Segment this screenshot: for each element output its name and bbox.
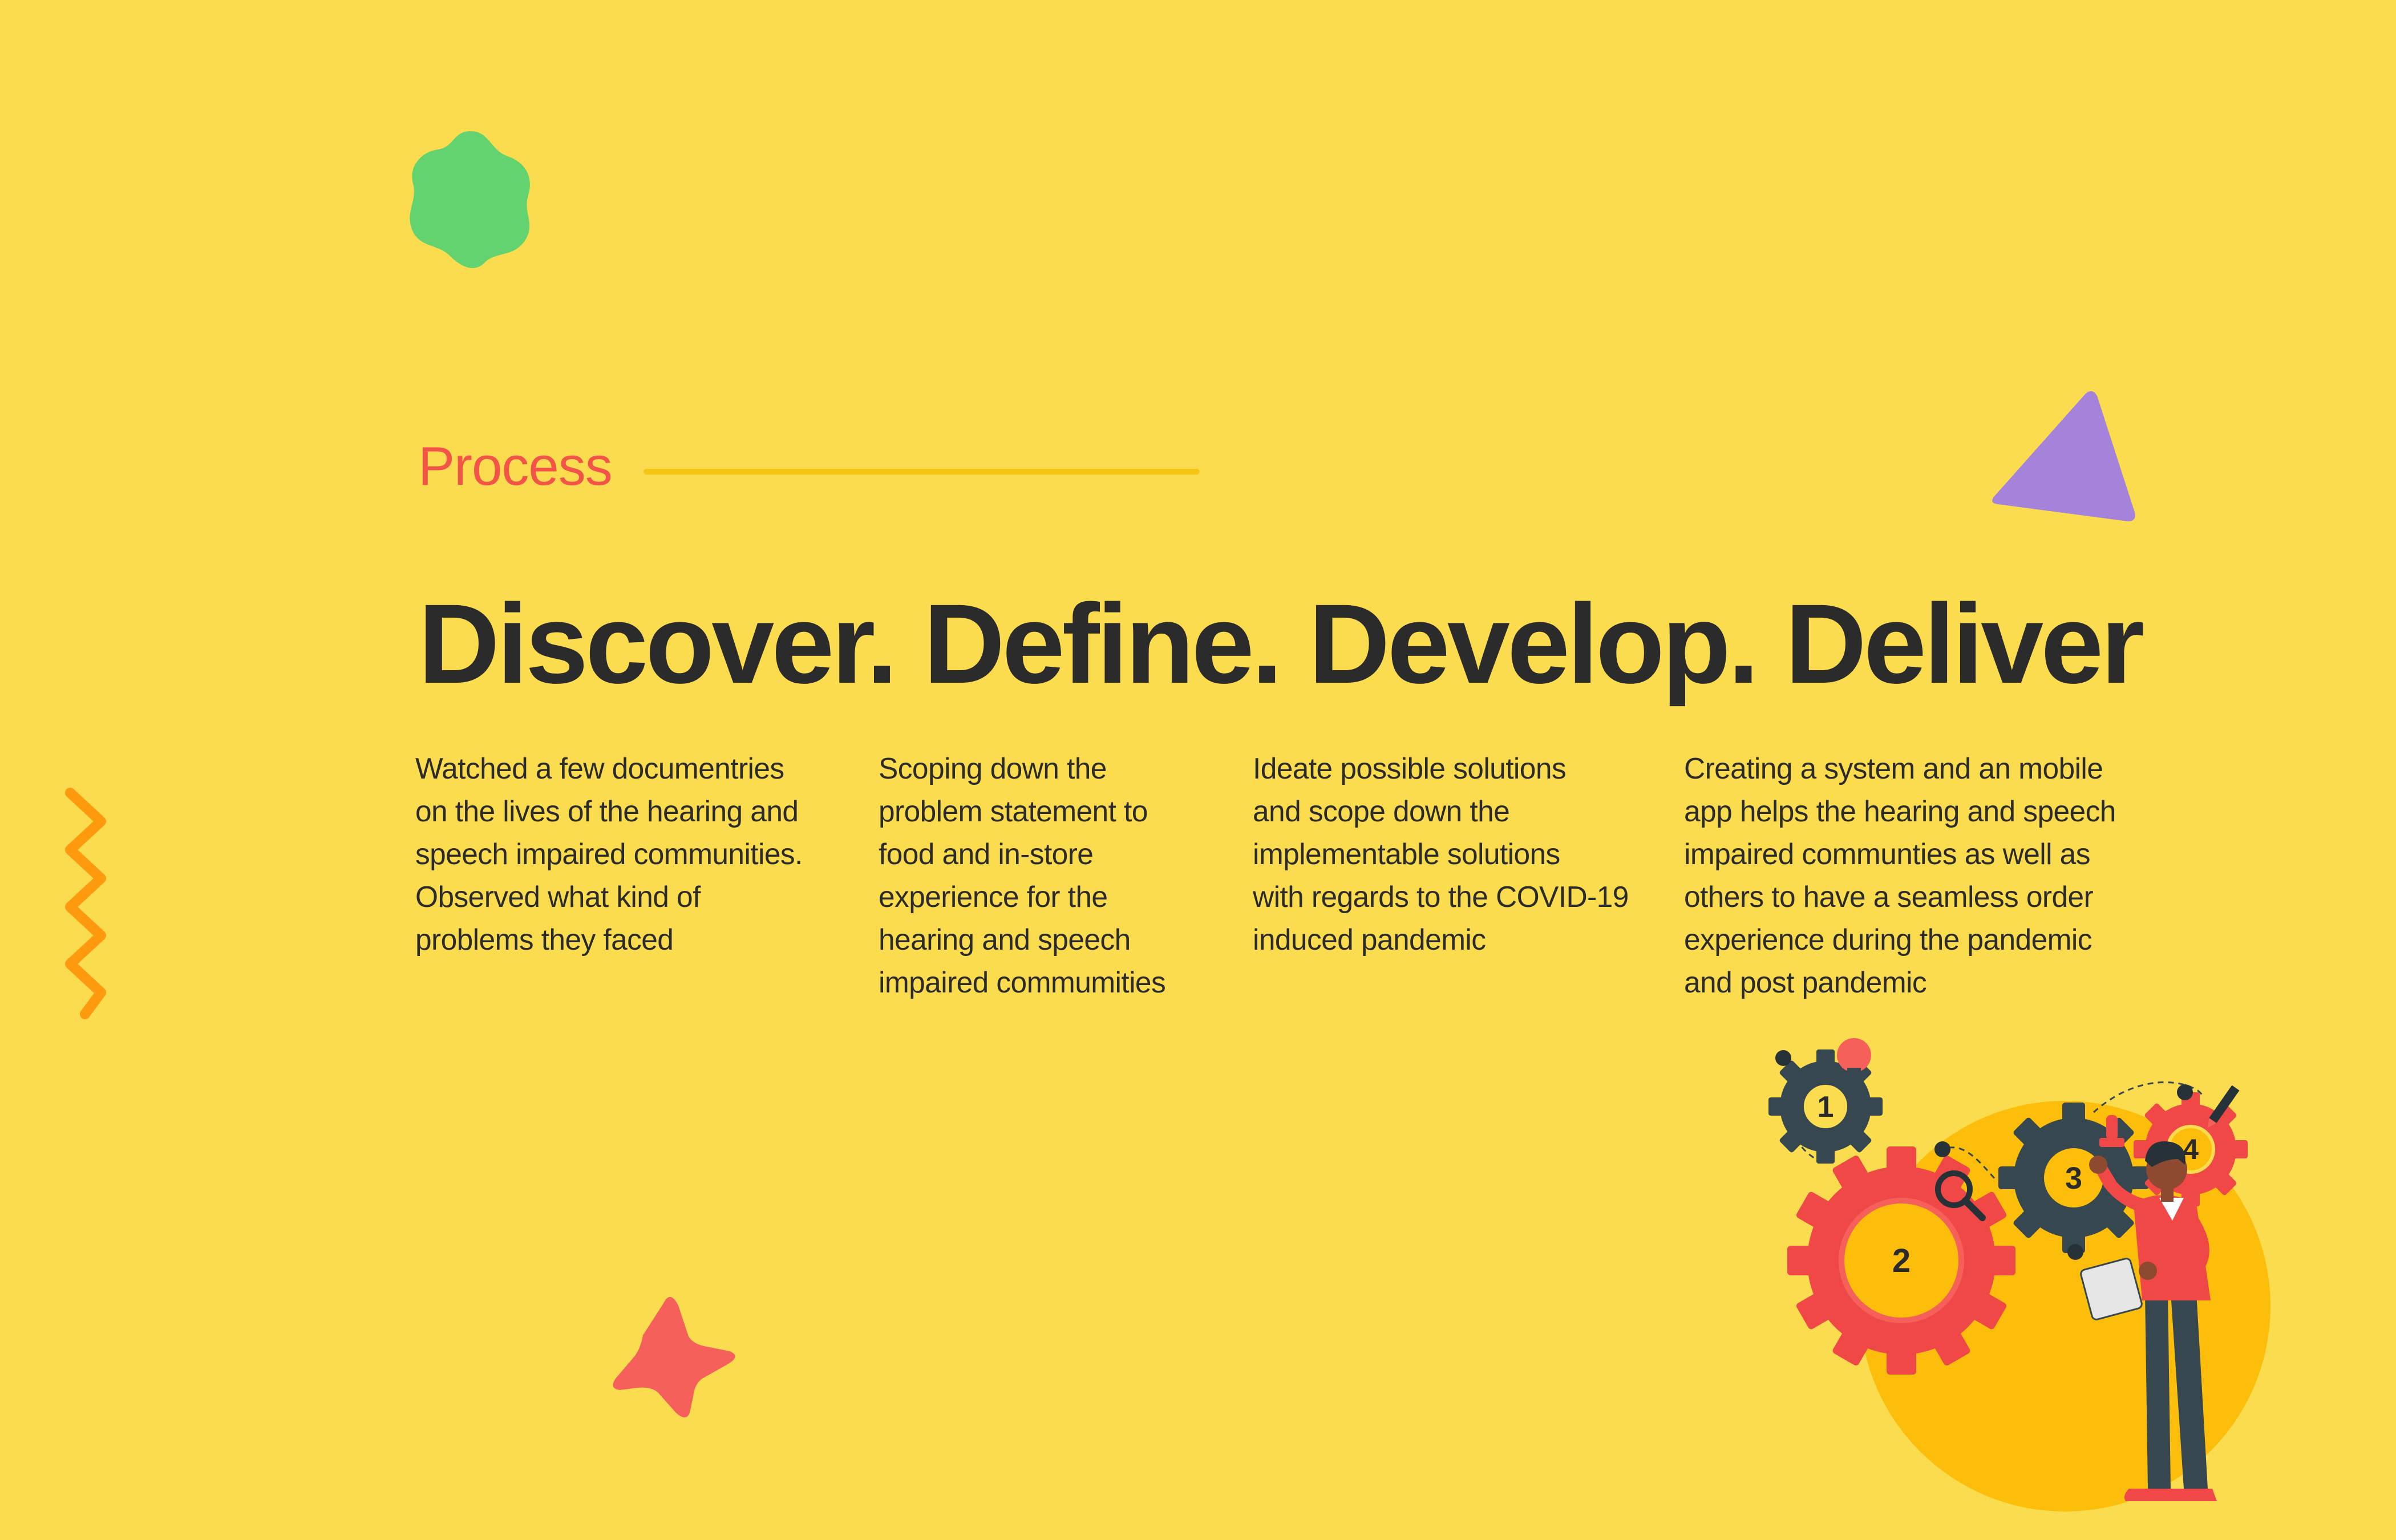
gear-3-number: 3 [2065, 1161, 2082, 1195]
step-define-description: Scoping down the problem statement to fo… [879, 752, 1166, 999]
step-develop-description: Ideate possible solutions and scope down… [1253, 752, 1629, 956]
section-eyebrow: Process [418, 439, 1200, 494]
page-title: Discover. Define. Develop. Deliver [418, 581, 2144, 707]
section-label: Process [418, 436, 613, 497]
orange-zigzag-shape [65, 788, 106, 1019]
step-deliver-description: Creating a system and an mobile app help… [1684, 752, 2116, 999]
gear-1-number: 1 [1818, 1091, 1834, 1124]
eyebrow-divider [643, 469, 1200, 475]
gear-2-number: 2 [1892, 1242, 1911, 1279]
red-star-shape [613, 1296, 735, 1417]
step-discover-description: Watched a few documentries on the lives … [415, 752, 803, 956]
green-blob-shape [410, 131, 530, 268]
purple-triangle-shape [1992, 391, 2135, 521]
process-gears-illustration: 1 2 3 4 [1768, 1038, 2270, 1511]
